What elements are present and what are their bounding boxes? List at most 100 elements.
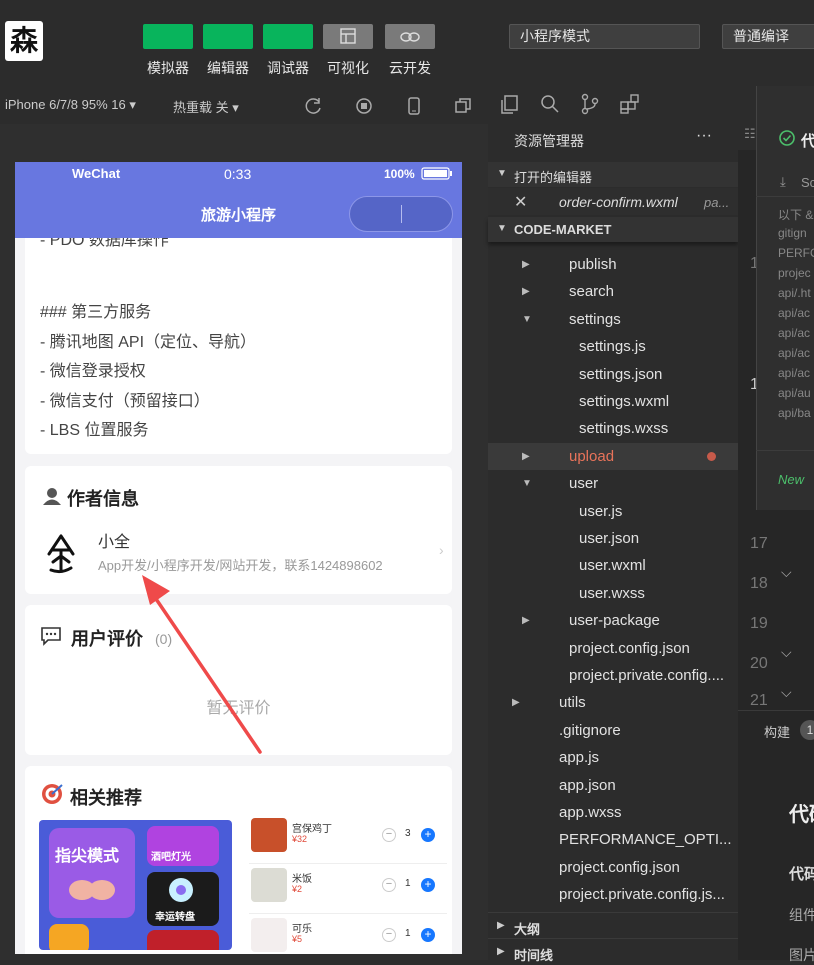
comment-icon xyxy=(41,627,61,646)
fold-chevron-icon[interactable]: ⌵ xyxy=(781,684,792,701)
cloud-dev-toggle-button[interactable] xyxy=(385,24,435,49)
target-icon xyxy=(42,784,63,804)
tree-item[interactable]: user.wxss xyxy=(488,580,738,607)
increment-button[interactable]: + xyxy=(421,828,435,842)
wheel-icon xyxy=(169,878,193,902)
recommend-card: 相关推荐 指尖模式 酒吧灯光 幸运转盘 宫保鸡丁 ¥32 − 3 + 米饭 ¥2… xyxy=(25,766,452,954)
tree-item[interactable]: settings.js xyxy=(488,333,738,360)
divider xyxy=(756,196,814,197)
tree-item[interactable]: project.config.json xyxy=(488,635,738,662)
chevron-down-icon: ▼ xyxy=(522,314,532,325)
tree-item[interactable]: ▶ upload xyxy=(488,443,738,470)
close-icon[interactable]: ✕ xyxy=(514,192,527,212)
tree-item[interactable]: settings.json xyxy=(488,361,738,388)
device-select[interactable]: iPhone 6/7/8 95% 16 ▾ xyxy=(5,97,136,113)
list-icon[interactable]: ☷ xyxy=(744,126,756,142)
tree-item[interactable]: app.json xyxy=(488,772,738,799)
tree-item[interactable]: .gitignore xyxy=(488,717,738,744)
tree-item[interactable]: ▼ settings xyxy=(488,306,738,333)
detach-window-icon[interactable] xyxy=(453,96,473,116)
tree-item[interactable]: settings.wxss xyxy=(488,415,738,442)
decrement-button[interactable]: − xyxy=(382,828,396,842)
tree-item[interactable]: ▶ utils xyxy=(488,689,738,716)
tree-item[interactable]: ▶ user-package xyxy=(488,607,738,634)
compile-select[interactable]: 普通编译 xyxy=(722,24,814,49)
download-icon[interactable]: ⤓ xyxy=(780,174,786,190)
chevron-right-icon: ▶ xyxy=(497,920,505,931)
source-control-icon[interactable] xyxy=(579,93,601,115)
tile-lucky-wheel[interactable]: 幸运转盘 xyxy=(147,872,219,926)
tree-item[interactable]: ▼ user xyxy=(488,470,738,497)
chevron-right-icon: ▶ xyxy=(522,615,530,626)
tile-extra[interactable] xyxy=(49,924,89,950)
refresh-icon[interactable] xyxy=(304,96,324,116)
project-root-header[interactable]: ▼ CODE-MARKET xyxy=(488,217,738,242)
tree-item[interactable]: ▶ search xyxy=(488,278,738,305)
open-file-path: pa... xyxy=(704,195,730,210)
status-time: 0:33 xyxy=(224,166,252,182)
tree-item[interactable]: user.js xyxy=(488,498,738,525)
food-qty: 3 xyxy=(405,828,411,839)
tree-item[interactable]: settings.wxml xyxy=(488,388,738,415)
tree-item-label: user.json xyxy=(579,530,640,547)
increment-button[interactable]: + xyxy=(421,878,435,892)
readme-item: - 腾讯地图 API（定位、导航） xyxy=(40,334,257,351)
popup-line: PERFO xyxy=(778,246,814,260)
timeline-header[interactable]: ▶ 时间线 xyxy=(488,938,738,963)
chevron-right-icon: ▶ xyxy=(512,697,520,708)
tree-item[interactable]: ▶ publish xyxy=(488,251,738,278)
nav-bar: 旅游小程序 xyxy=(15,186,462,238)
tree-item[interactable]: project.config.json xyxy=(488,854,738,881)
tree-item[interactable]: user.wxml xyxy=(488,552,738,579)
author-avatar xyxy=(47,534,75,574)
decrement-button[interactable]: − xyxy=(382,928,396,942)
line-number: 18 xyxy=(750,575,768,592)
editor-toggle-button[interactable] xyxy=(203,24,253,49)
tile-extra[interactable] xyxy=(147,930,219,950)
tree-item[interactable]: project.private.config.js... xyxy=(488,881,738,908)
capsule-menu-button[interactable] xyxy=(349,196,453,232)
files-icon[interactable] xyxy=(499,93,521,115)
simulator-toggle-button[interactable] xyxy=(143,24,193,49)
tree-item[interactable]: PERFORMANCE_OPTI... xyxy=(488,826,738,853)
food-thumbnail xyxy=(251,918,287,952)
increment-button[interactable]: + xyxy=(421,928,435,942)
open-editors-header[interactable]: ▼ 打开的编辑器 xyxy=(488,162,738,187)
author-row[interactable] xyxy=(37,526,97,586)
phone-icon[interactable] xyxy=(404,96,424,116)
decrement-button[interactable]: − xyxy=(382,878,396,892)
line-number: 20 xyxy=(750,655,768,672)
tile-label: 酒吧灯光 xyxy=(151,852,191,863)
list-item: 可乐 ¥5 − 1 + xyxy=(249,914,447,954)
recommend-banner[interactable]: 指尖模式 酒吧灯光 幸运转盘 xyxy=(39,820,232,950)
open-editor-item[interactable]: ✕ order-confirm.wxml pa... xyxy=(488,188,738,215)
fold-chevron-icon[interactable]: ⌵ xyxy=(781,644,792,661)
tree-item-label: settings.js xyxy=(579,338,646,355)
debugger-toggle-button[interactable] xyxy=(263,24,313,49)
visual-toggle-button[interactable] xyxy=(323,24,373,49)
extensions-icon[interactable] xyxy=(619,93,641,115)
tree-item[interactable]: app.wxss xyxy=(488,799,738,826)
more-actions-button[interactable]: ··· xyxy=(696,127,712,145)
recommend-section-title: 相关推荐 xyxy=(70,788,142,808)
tree-item-label: project.private.config.... xyxy=(569,667,725,684)
app-logo: 森 xyxy=(5,21,43,61)
mode-select[interactable]: 小程序模式 xyxy=(509,24,700,49)
fold-chevron-icon[interactable]: ⌵ xyxy=(781,564,792,581)
check-circle-icon xyxy=(779,130,795,146)
line-number: 21 xyxy=(750,692,768,709)
tile-bar-light[interactable]: 酒吧灯光 xyxy=(147,826,219,866)
stop-icon[interactable] xyxy=(354,96,374,116)
tree-item[interactable]: app.js xyxy=(488,744,738,771)
build-tab[interactable]: 构建 xyxy=(764,722,790,741)
chevron-right-icon: ▶ xyxy=(497,946,505,957)
outline-header[interactable]: ▶ 大纲 xyxy=(488,912,738,937)
tile-fingertip[interactable]: 指尖模式 xyxy=(49,828,135,918)
tree-item[interactable]: project.private.config.... xyxy=(488,662,738,689)
tree-item[interactable]: user.json xyxy=(488,525,738,552)
food-name: 米饭 xyxy=(292,874,312,885)
search-icon[interactable] xyxy=(539,93,561,115)
visual-label: 可视化 xyxy=(327,60,369,76)
hot-reload-select[interactable]: 热重载 关 ▾ xyxy=(173,97,239,116)
hands-icon xyxy=(69,880,115,900)
